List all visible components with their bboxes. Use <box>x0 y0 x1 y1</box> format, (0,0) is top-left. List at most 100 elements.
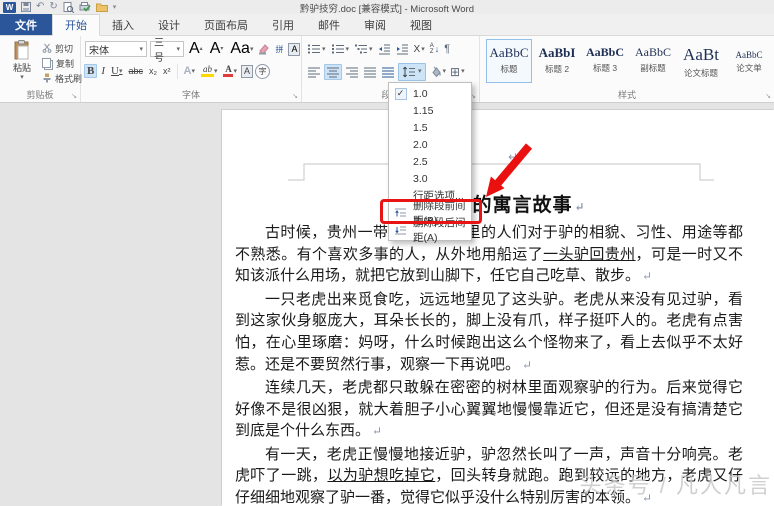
paste-label: 粘贴 <box>13 61 31 74</box>
align-center-button[interactable] <box>324 64 342 80</box>
clipboard-icon <box>14 40 31 61</box>
menu-item-spacing-2[interactable]: 2.0 <box>389 136 471 153</box>
undo-icon[interactable]: ↶ <box>36 2 44 12</box>
change-case-button[interactable]: Aa▾ <box>228 40 255 58</box>
highlight-color-button[interactable]: ab▾ <box>199 65 220 77</box>
distribute-button[interactable] <box>380 65 396 79</box>
italic-button[interactable]: I <box>99 65 107 77</box>
font-size-combo[interactable]: 三号 ▾ <box>150 41 184 57</box>
increase-indent-button[interactable] <box>395 42 410 56</box>
styles-dialog-launcher-icon[interactable]: ↘ <box>765 92 771 100</box>
font-name-dropdown-icon[interactable]: ▾ <box>139 46 143 53</box>
menu-item-spacing-1[interactable]: ✓1.0 <box>389 85 471 102</box>
strikethrough-button[interactable]: abc <box>126 66 145 76</box>
paste-button[interactable]: 粘贴 ▾ <box>5 40 39 90</box>
tab-view[interactable]: 视图 <box>398 14 444 35</box>
annotation-highlight-box <box>380 199 482 224</box>
align-right-button[interactable] <box>344 65 360 79</box>
character-border-button[interactable]: A <box>288 43 300 56</box>
style-card-paper-title[interactable]: AaBt 论文标题 <box>678 39 724 83</box>
print-preview-icon[interactable] <box>63 2 74 13</box>
decrease-indent-button[interactable] <box>377 42 392 56</box>
underline-button[interactable]: U▾ <box>109 65 124 77</box>
font-dialog-launcher-icon[interactable]: ↘ <box>292 92 298 100</box>
menu-item-label: 1.0 <box>413 88 428 100</box>
group-clipboard: 粘贴 ▾ 剪切 复制 格式刷 剪贴板 ↘ <box>0 36 81 102</box>
shading-button[interactable]: ▾ <box>428 65 448 79</box>
title-bar: 黔驴技穷.doc [兼容模式] - Microsoft Word W ↶ ↻ ▾ <box>0 0 774 14</box>
paragraph: 一只老虎出来觅食吃，远远地望见了这头驴。老虎从来没有见过驴，看到这家伙身躯庞大，… <box>235 290 743 377</box>
menu-item-spacing-1-15[interactable]: 1.15 <box>389 102 471 119</box>
distribute-icon <box>381 66 395 78</box>
tab-file[interactable]: 文件 <box>0 14 52 35</box>
document-page[interactable]: ↵ 黔驴技穷的寓言故事↵ 古时候，贵州一带没有驴，那里的人们对于驴的相貌、习性、… <box>222 110 774 506</box>
document-content: 黔驴技穷的寓言故事↵ 古时候，贵州一带没有驴，那里的人们对于驴的相貌、习性、用途… <box>235 194 743 506</box>
bold-button[interactable]: B <box>84 64 97 78</box>
menu-item-spacing-2-5[interactable]: 2.5 <box>389 153 471 170</box>
format-painter-icon <box>42 73 52 83</box>
redo-icon[interactable]: ↻ <box>49 2 57 12</box>
enclose-characters-button[interactable]: 字 <box>255 64 270 79</box>
tab-page-layout[interactable]: 页面布局 <box>192 14 260 35</box>
italic-label: I <box>101 65 105 77</box>
remove-space-after-icon <box>394 224 407 236</box>
tab-references[interactable]: 引用 <box>260 14 306 35</box>
cut-button[interactable]: 剪切 <box>42 42 82 54</box>
font-name-combo[interactable]: 宋体 ▾ <box>85 41 147 57</box>
style-card-heading3[interactable]: AaBbC 标题 3 <box>582 39 628 83</box>
sort-arrow-icon: ↓ <box>435 44 440 54</box>
subscript-label: x₂ <box>149 66 157 76</box>
paste-dropdown-icon[interactable]: ▾ <box>20 74 24 81</box>
tab-mailings[interactable]: 邮件 <box>306 14 352 35</box>
borders-icon: ⊞ <box>450 65 460 79</box>
line-spacing-dropdown-icon: ▾ <box>418 68 422 75</box>
copy-button[interactable]: 复制 <box>42 57 82 69</box>
save-icon[interactable] <box>21 2 31 12</box>
style-card-heading2[interactable]: AaBbI 标题 2 <box>534 39 580 83</box>
tab-review[interactable]: 审阅 <box>352 14 398 35</box>
tab-design[interactable]: 设计 <box>146 14 192 35</box>
line-spacing-button[interactable]: ▾ <box>398 63 426 81</box>
watermark: 头条号 / 凡人凡言 <box>580 468 772 500</box>
subscript-button[interactable]: x₂ <box>147 66 159 76</box>
numbering-button[interactable]: ▾ <box>330 42 351 56</box>
shrink-font-button[interactable]: A▾ <box>208 40 226 58</box>
strikethrough-label: abc <box>128 66 143 76</box>
show-marks-button[interactable]: ¶ <box>443 42 451 56</box>
style-card-paper-unit[interactable]: AaBbC 论文单 <box>726 39 772 83</box>
change-case-dropdown-icon: ▾ <box>250 46 254 53</box>
menu-item-spacing-1-5[interactable]: 1.5 <box>389 119 471 136</box>
bullets-dropdown-icon: ▾ <box>322 46 326 53</box>
print-icon[interactable] <box>79 2 91 13</box>
superscript-button[interactable]: x² <box>161 66 173 76</box>
text-effects-button[interactable]: A▾ <box>182 65 197 77</box>
bullets-button[interactable]: ▾ <box>306 42 327 56</box>
borders-button[interactable]: ⊞▾ <box>449 64 466 80</box>
style-card-subtitle[interactable]: AaBbC 副标题 <box>630 39 676 83</box>
open-folder-icon[interactable] <box>96 2 108 12</box>
tab-home[interactable]: 开始 <box>52 14 100 36</box>
customize-qat-icon[interactable]: ▾ <box>113 3 117 11</box>
grow-font-button[interactable]: A▴ <box>187 40 205 58</box>
clear-formatting-icon[interactable] <box>258 43 270 55</box>
align-left-button[interactable] <box>306 65 322 79</box>
borders-dropdown-icon: ▾ <box>461 68 465 75</box>
multilevel-list-button[interactable]: ▾ <box>353 42 374 56</box>
word-logo-icon: W <box>3 2 16 13</box>
format-painter-button[interactable]: 格式刷 <box>42 72 82 84</box>
menu-item-spacing-3[interactable]: 3.0 <box>389 170 471 187</box>
style-card-title[interactable]: AaBbC 标题 <box>486 39 532 83</box>
character-shading-button[interactable]: A <box>241 65 253 78</box>
tab-insert[interactable]: 插入 <box>100 14 146 35</box>
clipboard-dialog-launcher-icon[interactable]: ↘ <box>71 92 77 100</box>
justify-button[interactable] <box>362 65 378 79</box>
menu-item-label: 2.0 <box>413 139 428 151</box>
font-row-2: B I U▾ abc x₂ x² A▾ ab▾ A▾ A 字 <box>84 61 270 81</box>
sort-button[interactable]: AZ↓ <box>429 42 441 56</box>
style-name: 副标题 <box>631 62 675 74</box>
font-size-dropdown-icon[interactable]: ▾ <box>176 46 180 53</box>
phonetic-guide-button[interactable]: 拼 <box>273 44 285 55</box>
asian-layout-button[interactable]: X▾ <box>413 43 426 56</box>
bold-label: B <box>87 65 94 77</box>
font-color-button[interactable]: A▾ <box>221 65 239 77</box>
